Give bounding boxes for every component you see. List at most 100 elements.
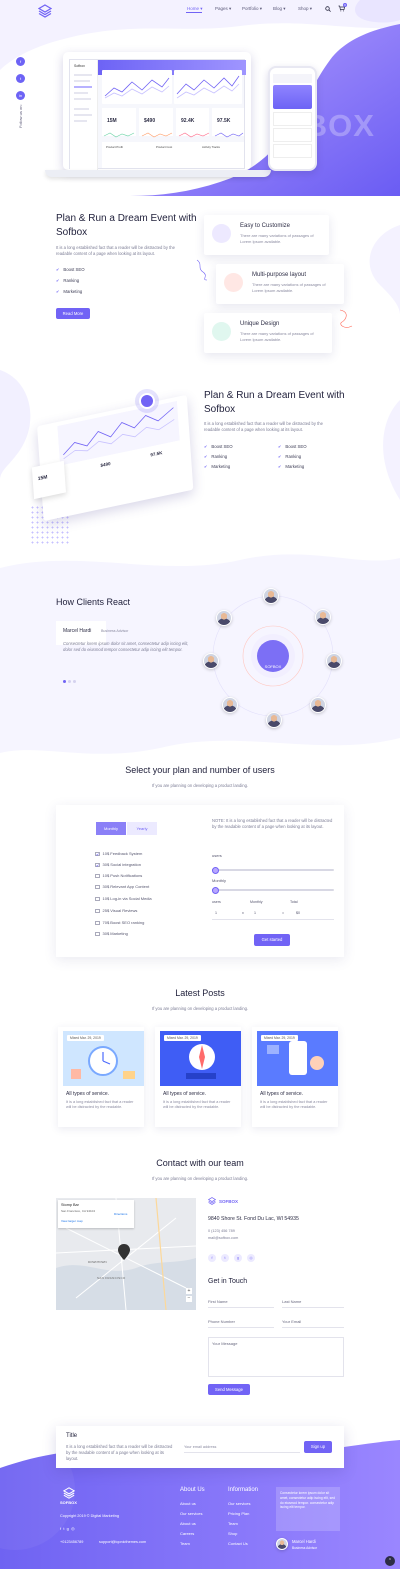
menu-item-blog[interactable]: Blog ▾ [273,6,286,12]
get-started-button[interactable]: Get started [254,934,290,946]
checkbox-icon[interactable] [95,884,100,890]
option-3[interactable]: 10$ Push Notifications [95,873,142,879]
footer-info-link-4[interactable]: Shop [228,1531,237,1536]
logo-icon[interactable] [38,4,52,18]
checkbox-icon[interactable] [95,908,100,914]
footer-about-link-5[interactable]: Team [180,1541,190,1546]
checkbox-checked-icon[interactable]: ✔ [95,851,100,857]
about-check-r1: Boost SEO [278,444,306,449]
get-in-touch-title: Get in Touch [208,1278,248,1285]
toggle-monthly[interactable]: Monthly [96,822,126,835]
option-8[interactable]: 30$ Marketing [95,931,128,937]
newsletter-email-input[interactable]: Your email address [184,1442,300,1453]
client-avatar-6[interactable] [222,697,238,713]
footer-social-icons[interactable]: f t g ◎ [60,1526,75,1531]
sign-up-button[interactable]: Sign up [304,1441,332,1453]
twitter-icon[interactable]: t [16,74,25,83]
testimonial-quote: Consectetur lorem ipsum dolor sit amet, … [63,641,189,652]
contact-phone: 0 (123) 456 789 [208,1229,235,1233]
map-zoom-in-icon[interactable]: + [186,1288,192,1294]
option-1[interactable]: ✔ 10$ Feedback System [95,851,142,857]
footer-about-link-2[interactable]: Our services [180,1511,202,1516]
checkbox-icon[interactable] [95,896,100,902]
post-title-3[interactable]: All types of service. [260,1091,303,1097]
facebook-icon[interactable]: f [208,1254,216,1262]
map-zoom-out-icon[interactable]: − [186,1296,192,1302]
contact-email[interactable]: mail@sofbox.com [208,1236,238,1240]
checkbox-icon[interactable] [95,873,100,879]
pricing-title: Select your plan and number of users [125,765,275,775]
footer-about-link-3[interactable]: About us [180,1521,196,1526]
footer-logo-icon[interactable] [63,1487,75,1499]
post-title-2[interactable]: All types of service. [163,1091,206,1097]
map-directions-link[interactable]: Directions [114,1212,127,1216]
option-6[interactable]: 25$ Visual Reviews [95,908,137,914]
footer-info-link-3[interactable]: Team [228,1521,238,1526]
instagram-icon[interactable]: ◎ [247,1254,255,1262]
facebook-icon[interactable]: f [16,57,25,66]
last-name-input[interactable]: Last Name [282,1299,344,1308]
twitter-icon[interactable]: t [221,1254,229,1262]
client-avatar-4[interactable] [203,653,219,669]
menu-item-shop[interactable]: Shop ▾ [298,6,312,12]
slider-dot-1[interactable] [63,680,66,683]
menu-item-pages[interactable]: Pages ▾ [215,6,231,12]
back-to-top-icon[interactable]: ⌃ [385,1556,395,1566]
post-title-1[interactable]: All types of service. [66,1091,109,1097]
option-2[interactable]: ✔ 30$ Social integration [95,862,141,868]
footer-about-link-4[interactable]: Careers [180,1531,194,1536]
slider-knob[interactable] [212,866,219,874]
post-text-1: It is a long established fact that a rea… [66,1100,134,1110]
page: Home ▾ Pages ▾ Portfolio ▾ Blog ▾ Shop ▾… [0,0,400,1569]
map-place-name: Stomp Bar [61,1203,79,1207]
clients-background [0,554,400,754]
footer-info-link-5[interactable]: Contact Us [228,1541,248,1546]
slider-dot-2[interactable] [68,680,71,683]
post-card-1[interactable]: Mixed Mar. 29, 2019 All types of service… [58,1027,144,1127]
footer-about-link-1[interactable]: About us [180,1501,196,1506]
checkbox-icon[interactable] [95,920,100,926]
about-check-r2: Ranking [278,454,301,459]
footer-phone[interactable]: +0123456789 [60,1540,83,1544]
search-icon[interactable] [325,6,331,12]
send-message-button[interactable]: Send Message [208,1384,250,1395]
client-avatar-7[interactable] [310,697,326,713]
post-card-3[interactable]: Mixed Mar. 29, 2019 All types of service… [252,1027,338,1127]
map-larger-link[interactable]: View larger map [61,1219,83,1223]
message-textarea[interactable]: Your Message [208,1337,344,1377]
posts-subtitle: If you are planning on developing a prod… [151,1006,249,1011]
footer-info-link-2[interactable]: Pricing Plan [228,1511,249,1516]
client-avatar-1[interactable] [263,588,279,604]
monthly-slider[interactable] [212,886,334,894]
footer-about-title: About Us [180,1487,205,1493]
option-7[interactable]: 70$ Boost SEO ranking [95,920,144,926]
feature-card-2: Multi-purpose layout There are many vari… [216,264,344,304]
client-avatar-3[interactable] [216,610,232,626]
checkbox-checked-icon[interactable]: ✔ [95,862,100,868]
first-name-input[interactable]: First Name [208,1299,274,1308]
post-card-2[interactable]: Mixed Mar. 29, 2019 All types of service… [155,1027,241,1127]
post-date-1: Mixed Mar. 29, 2019 [67,1035,104,1041]
option-5[interactable]: 10$ Log-in via Social Media [95,896,152,902]
client-avatar-8[interactable] [266,712,282,728]
client-avatar-2[interactable] [315,609,331,625]
option-4[interactable]: 30$ Relevant App Content [95,884,149,890]
menu-item-portfolio[interactable]: Portfolio ▾ [242,6,262,12]
users-slider[interactable] [212,866,334,874]
toggle-yearly[interactable]: Yearly [127,822,157,835]
slider-dot-3[interactable] [73,680,76,683]
linkedin-icon[interactable]: in [16,91,25,100]
calc-header-users: users [212,900,221,904]
footer-info-link-1[interactable]: Our services [228,1501,250,1506]
read-more-button[interactable]: Read More [56,308,90,319]
post-date-3: Mixed Mar. 29, 2019 [261,1035,298,1041]
footer-email[interactable]: support@iqonicthemes.com [99,1540,146,1544]
email-input[interactable]: Your Email [282,1319,344,1328]
user-badge-icon [139,393,155,409]
checkbox-icon[interactable] [95,931,100,937]
github-icon[interactable]: g [234,1254,242,1262]
client-avatar-5[interactable] [326,653,342,669]
phone-input[interactable]: Phone Number [208,1319,274,1328]
newsletter-text: It is a long established fact that a rea… [66,1444,173,1461]
slider-knob[interactable] [212,886,219,894]
